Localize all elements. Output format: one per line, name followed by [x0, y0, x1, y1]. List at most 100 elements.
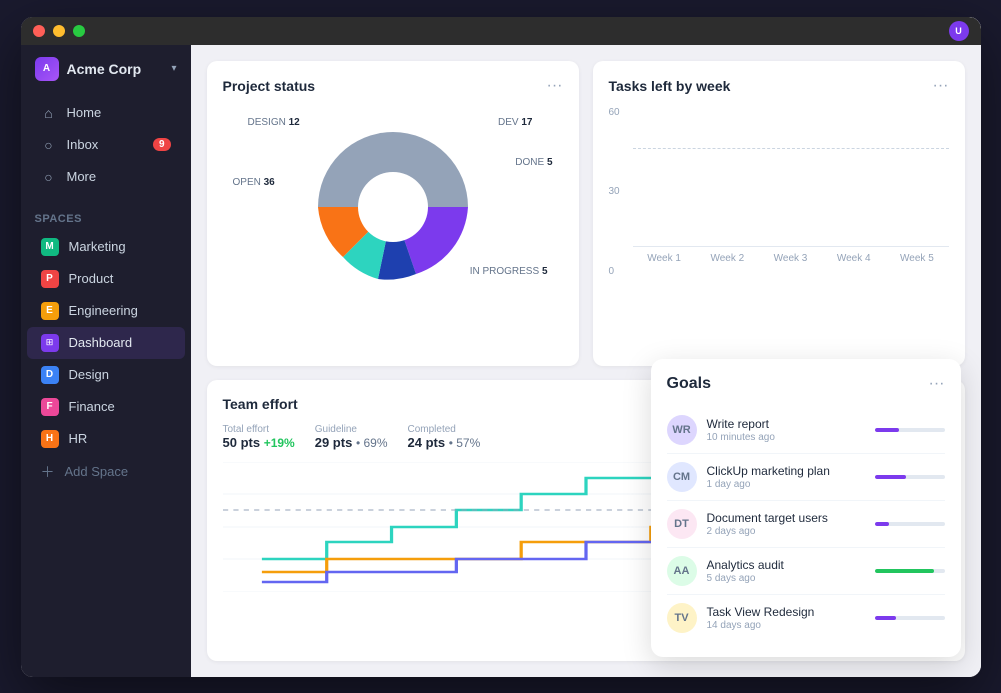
goal-name-0: Write report: [707, 417, 865, 431]
dev-label: DEV 17: [498, 117, 532, 128]
sidebar: A Acme Corp ▾ ⌂ Home ○ Inbox 9 ○ More Sp…: [21, 17, 191, 677]
stat-guideline: Guideline 29 pts • 69%: [315, 424, 388, 450]
week3-label: Week 3: [759, 253, 822, 264]
goals-panel: Goals ··· WR Write report 10 minutes ago…: [651, 359, 961, 657]
more-icon: ○: [41, 169, 57, 185]
chevron-down-icon: ▾: [171, 63, 176, 74]
sidebar-more-label: More: [67, 169, 97, 184]
product-icon: P: [41, 270, 59, 288]
goal-item-1: CM ClickUp marketing plan 1 day ago: [667, 454, 945, 501]
sidebar-item-product[interactable]: P Product: [27, 263, 185, 295]
spaces-section: Spaces: [21, 197, 191, 231]
bar-chart-labels: Week 1 Week 2 Week 3 Week 4 Week 5: [633, 247, 949, 264]
y-label-30: 30: [609, 186, 620, 197]
pie-chart: [303, 117, 483, 297]
stat-total-effort: Total effort 50 pts +19%: [223, 424, 295, 450]
sidebar-item-more[interactable]: ○ More: [27, 161, 185, 193]
engineering-label: Engineering: [69, 303, 138, 318]
y-label-60: 60: [609, 107, 620, 118]
progress-bar-bg-3: [875, 569, 945, 573]
progress-bar-bg-2: [875, 522, 945, 526]
design-icon: D: [41, 366, 59, 384]
goal-info-0: Write report 10 minutes ago: [707, 417, 865, 443]
add-space-button[interactable]: ＋ Add Space: [27, 455, 185, 489]
engineering-icon: E: [41, 302, 59, 320]
marketing-label: Marketing: [69, 239, 126, 254]
week4-label: Week 4: [822, 253, 885, 264]
workspace-name: Acme Corp: [67, 61, 164, 77]
product-label: Product: [69, 271, 114, 286]
hr-icon: H: [41, 430, 59, 448]
goal-progress-3: [875, 569, 945, 573]
project-status-title: Project status: [223, 78, 316, 94]
goals-header: Goals ···: [667, 375, 945, 393]
sidebar-item-design[interactable]: D Design: [27, 359, 185, 391]
goal-time-1: 1 day ago: [707, 479, 865, 490]
goal-item-0: WR Write report 10 minutes ago: [667, 407, 945, 454]
progress-bar-fill-3: [875, 569, 935, 573]
bar-chart-y-axis: 60 30 0: [609, 107, 620, 277]
goal-name-3: Analytics audit: [707, 558, 865, 572]
dashed-guideline: [633, 148, 949, 149]
goal-progress-0: [875, 428, 945, 432]
workspace-header[interactable]: A Acme Corp ▾: [21, 45, 191, 93]
sidebar-item-inbox[interactable]: ○ Inbox 9: [27, 129, 185, 161]
in-progress-label: IN PROGRESS 5: [470, 266, 548, 277]
progress-bar-fill-0: [875, 428, 900, 432]
stat-total-value: 50 pts +19%: [223, 435, 295, 450]
sidebar-item-engineering[interactable]: E Engineering: [27, 295, 185, 327]
team-effort-title: Team effort: [223, 396, 298, 412]
tasks-title: Tasks left by week: [609, 78, 731, 94]
goal-item-4: TV Task View Redesign 14 days ago: [667, 595, 945, 641]
minimize-button[interactable]: [53, 25, 65, 37]
week1-label: Week 1: [633, 253, 696, 264]
goal-progress-1: [875, 475, 945, 479]
goal-time-0: 10 minutes ago: [707, 432, 865, 443]
workspace-logo: A: [35, 57, 59, 81]
sidebar-item-finance[interactable]: F Finance: [27, 391, 185, 423]
tasks-by-week-card: Tasks left by week ··· 60 30 0: [593, 61, 965, 366]
dashboard-label: Dashboard: [69, 335, 133, 350]
hr-label: HR: [69, 431, 88, 446]
finance-label: Finance: [69, 399, 115, 414]
goals-title: Goals: [667, 375, 711, 393]
progress-bar-fill-1: [875, 475, 907, 479]
sidebar-item-hr[interactable]: H HR: [27, 423, 185, 455]
progress-bar-bg-4: [875, 616, 945, 620]
y-label-0: 0: [609, 266, 620, 277]
sidebar-item-home[interactable]: ⌂ Home: [27, 97, 185, 129]
sidebar-item-marketing[interactable]: M Marketing: [27, 231, 185, 263]
sidebar-item-dashboard[interactable]: ⊞ Dashboard: [27, 327, 185, 359]
add-space-label: Add Space: [65, 464, 129, 479]
goal-item-3: AA Analytics audit 5 days ago: [667, 548, 945, 595]
goal-info-3: Analytics audit 5 days ago: [707, 558, 865, 584]
goal-time-4: 14 days ago: [707, 620, 865, 631]
goal-name-4: Task View Redesign: [707, 605, 865, 619]
progress-bar-fill-2: [875, 522, 889, 526]
app-window: U A Acme Corp ▾ ⌂ Home ○ Inbox 9 ○ More: [21, 17, 981, 677]
stat-completed: Completed 24 pts • 57%: [408, 424, 481, 450]
stat-completed-label: Completed: [408, 424, 481, 435]
dashboard-icon: ⊞: [41, 334, 59, 352]
pie-chart-container: DEV 17 DONE 5 IN PROGRESS 5 OPEN 36 DESI…: [223, 107, 563, 307]
progress-bar-bg-1: [875, 475, 945, 479]
maximize-button[interactable]: [73, 25, 85, 37]
goal-time-2: 2 days ago: [707, 526, 865, 537]
stat-guideline-change: • 69%: [356, 436, 388, 450]
user-avatar[interactable]: U: [949, 21, 969, 41]
goal-info-1: ClickUp marketing plan 1 day ago: [707, 464, 865, 490]
tasks-menu[interactable]: ···: [933, 77, 949, 95]
stat-guideline-value: 29 pts • 69%: [315, 435, 388, 450]
goal-name-2: Document target users: [707, 511, 865, 525]
close-button[interactable]: [33, 25, 45, 37]
goals-menu[interactable]: ···: [929, 375, 945, 393]
week5-label: Week 5: [885, 253, 948, 264]
finance-icon: F: [41, 398, 59, 416]
project-status-header: Project status ···: [223, 77, 563, 95]
stat-guideline-label: Guideline: [315, 424, 388, 435]
goal-info-2: Document target users 2 days ago: [707, 511, 865, 537]
project-status-menu[interactable]: ···: [547, 77, 563, 95]
stat-total-change: +19%: [264, 436, 295, 450]
goal-avatar-1: CM: [667, 462, 697, 492]
goal-item-2: DT Document target users 2 days ago: [667, 501, 945, 548]
